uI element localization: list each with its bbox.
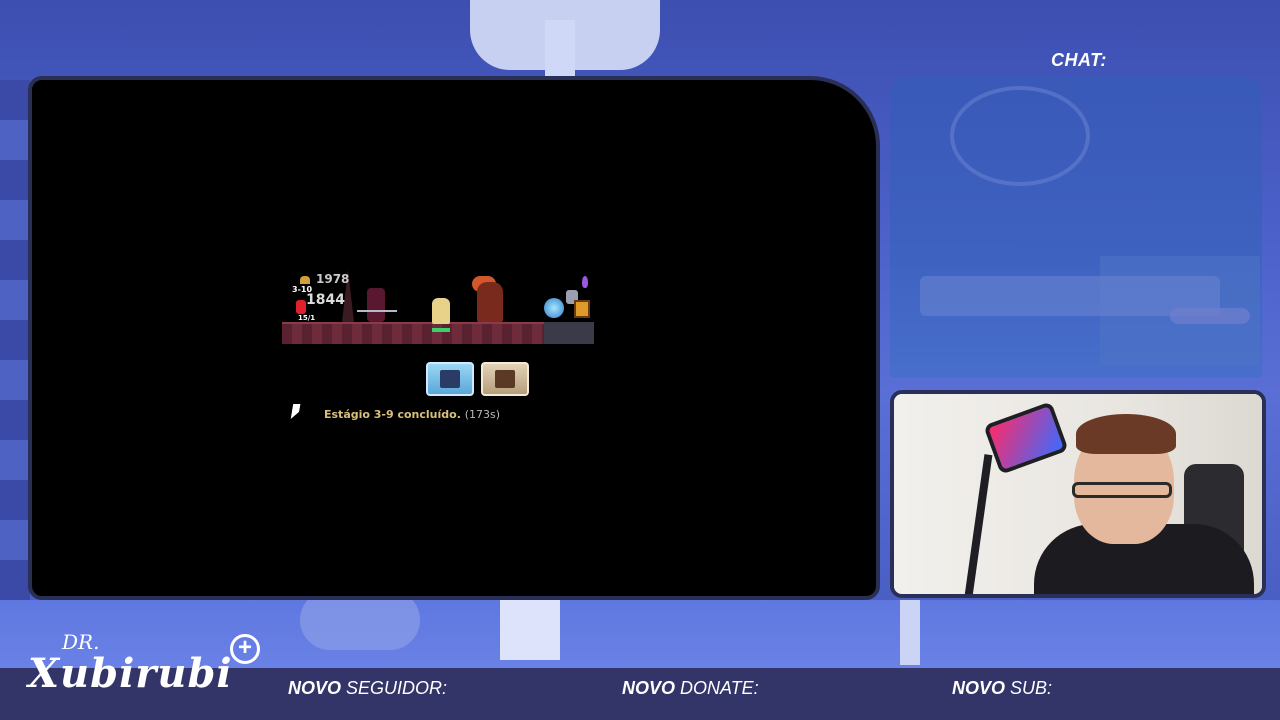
chat-panel[interactable]: [890, 76, 1262, 378]
new-donate-label: DONATE:: [675, 678, 759, 698]
skill-button-1[interactable]: [426, 362, 474, 396]
stage-time-text: (173s): [464, 408, 501, 421]
flame-icon: [582, 276, 588, 288]
hero-sprite: [432, 298, 450, 324]
crest-icon: [574, 300, 590, 318]
skill-icon-1: [440, 370, 460, 388]
hud-hp-value: 15/1: [298, 314, 316, 322]
streamer-hair: [1076, 414, 1176, 454]
demon-sprite: [367, 288, 385, 322]
new-sub-bold: NOVO: [952, 678, 1006, 698]
new-sub-alert: NOVO SUB:: [952, 678, 1052, 699]
plus-icon: +: [230, 634, 260, 664]
chat-label: CHAT:: [1051, 50, 1107, 70]
skill-button-2[interactable]: [481, 362, 529, 396]
gold-icon: [300, 276, 310, 284]
new-donate-alert: NOVO DONATE:: [622, 678, 759, 699]
hud-gold-value: 1978: [316, 272, 350, 286]
channel-logo: DR. Xubirubi +: [28, 630, 264, 710]
lamp-arm-decoration: [545, 20, 575, 80]
table-decoration: [500, 600, 560, 660]
new-sub-label: SUB:: [1005, 678, 1053, 698]
hero-health-bar: [432, 328, 450, 332]
new-follower-label: SEGUIDOR:: [341, 678, 448, 698]
game-capture-window[interactable]: 1978 3-10 1844 15/1 Estágio 3-9 concluíd…: [28, 76, 880, 600]
arrow-projectile: [357, 310, 397, 312]
chat-lamp-decoration: [950, 86, 1090, 186]
stage-message-text: Estágio 3-9 concluído.: [324, 408, 461, 421]
orb-sprite: [544, 298, 564, 318]
potion-icon: [296, 300, 306, 314]
logo-name: Xubirubi: [28, 650, 233, 697]
chat-stool-decoration: [1170, 308, 1250, 324]
stage-complete-message: Estágio 3-9 concluído. (173s): [324, 408, 500, 421]
streamer-glasses: [1072, 482, 1172, 498]
ground-terrain: [282, 322, 544, 344]
hud-damage-value: 1844: [306, 292, 345, 308]
background-stripes: [0, 80, 30, 600]
webcam-frame: [890, 390, 1266, 598]
new-follower-alert: NOVO SEGUIDOR:: [288, 678, 447, 699]
game-battle-scene[interactable]: 1978 3-10 1844 15/1: [282, 270, 594, 350]
skill-icon-2: [495, 370, 515, 388]
new-follower-bold: NOVO: [288, 678, 342, 698]
cursor-icon: [290, 404, 301, 419]
ground-terrain-right: [544, 322, 594, 344]
stand-decoration: [900, 600, 920, 665]
reaper-sprite: [477, 282, 503, 322]
new-donate-bold: NOVO: [622, 678, 676, 698]
